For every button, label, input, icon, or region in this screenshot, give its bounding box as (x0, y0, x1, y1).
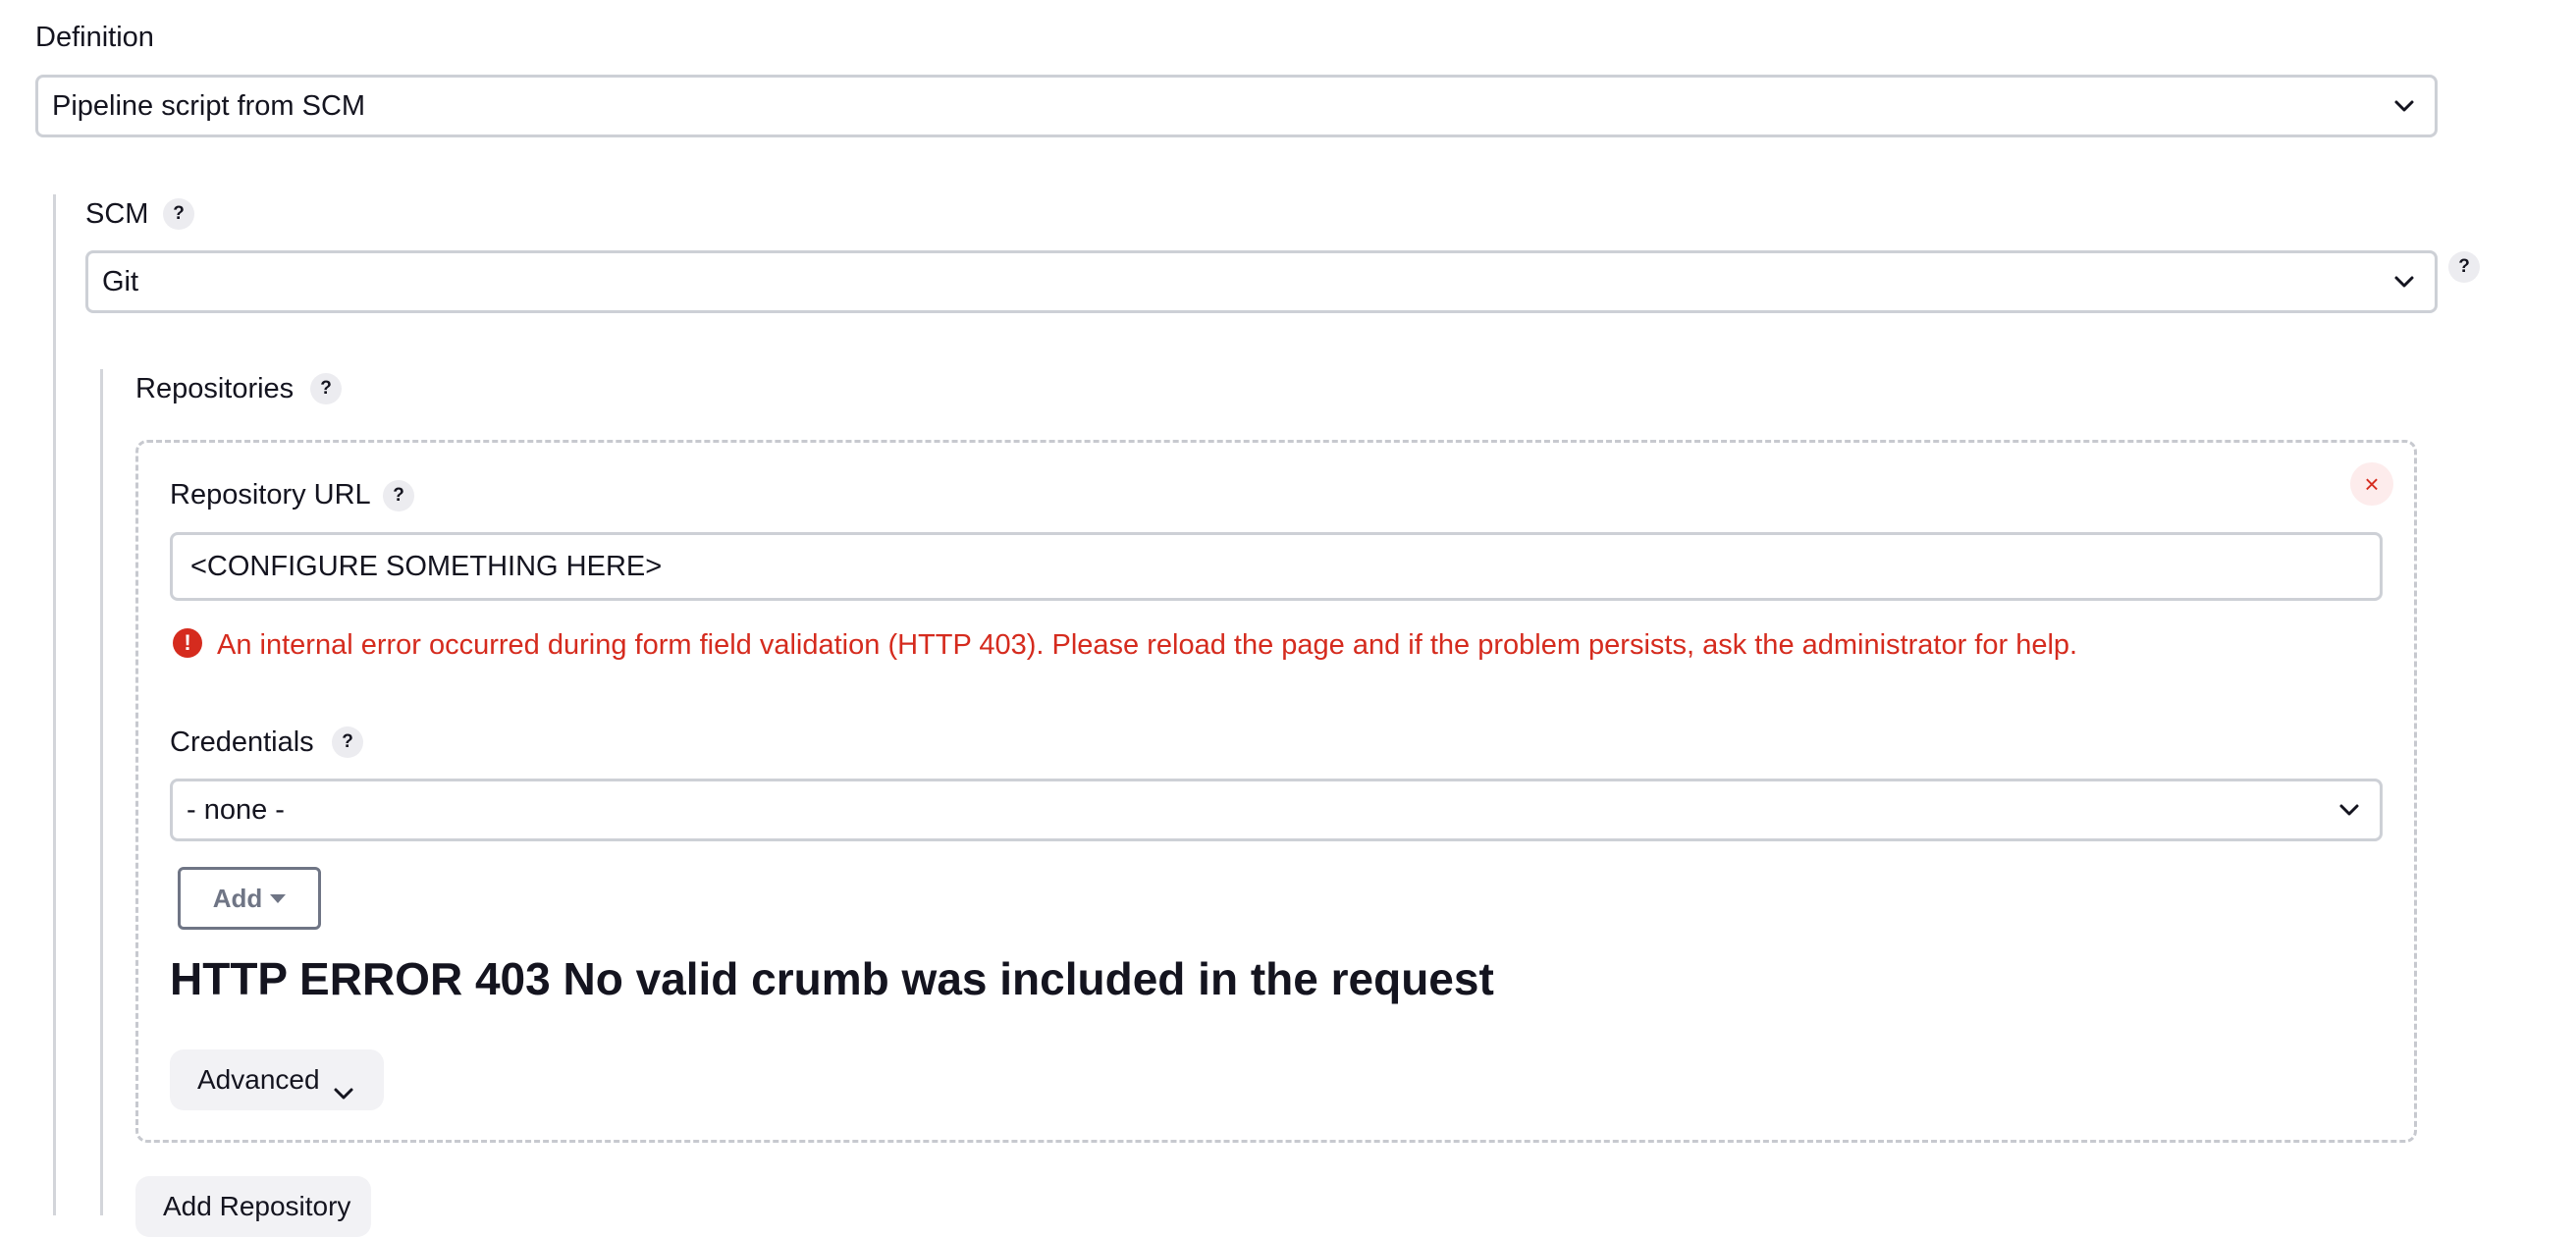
repository-url-help-icon[interactable]: ? (383, 480, 414, 511)
credentials-help-icon[interactable]: ? (332, 726, 363, 758)
advanced-label: Advanced (197, 1064, 320, 1095)
repositories-label: Repositories (135, 373, 295, 404)
repository-url-input[interactable]: <CONFIGURE SOMETHING HERE> (170, 532, 2383, 601)
advanced-button[interactable]: Advanced (170, 1049, 384, 1110)
repository-url-label: Repository URL (170, 479, 371, 511)
chevron-down-icon (2336, 797, 2362, 823)
credentials-selected-value: - none - (187, 794, 285, 826)
chevron-down-icon (2391, 93, 2417, 119)
scm-label: SCM (85, 198, 149, 230)
add-repository-button[interactable]: Add Repository (135, 1176, 371, 1237)
error-icon: ! (173, 628, 202, 658)
repositories-section-border (100, 369, 103, 1215)
scm-selected-value: Git (102, 266, 139, 297)
definition-label: Definition (35, 22, 154, 53)
scm-section-border (53, 194, 56, 1215)
chevron-down-icon (2391, 269, 2417, 295)
scm-help-icon[interactable]: ? (163, 198, 194, 230)
add-credentials-button[interactable]: Add (178, 867, 321, 930)
chevron-down-icon (331, 1067, 356, 1100)
repositories-help-icon[interactable]: ? (310, 373, 342, 404)
credentials-label: Credentials (170, 726, 314, 758)
validation-error-message: An internal error occurred during form f… (217, 629, 2078, 661)
add-credentials-label: Add (212, 884, 263, 913)
credentials-select[interactable]: - none - (170, 779, 2383, 841)
close-icon[interactable]: × (2350, 462, 2393, 506)
caret-down-icon (270, 893, 287, 903)
scm-side-help-icon[interactable]: ? (2448, 251, 2480, 283)
http-error-heading: HTTP ERROR 403 No valid crumb was includ… (170, 953, 1494, 1004)
scm-select[interactable]: Git (85, 250, 2438, 313)
definition-selected-value: Pipeline script from SCM (52, 90, 366, 122)
definition-select[interactable]: Pipeline script from SCM (35, 75, 2438, 137)
